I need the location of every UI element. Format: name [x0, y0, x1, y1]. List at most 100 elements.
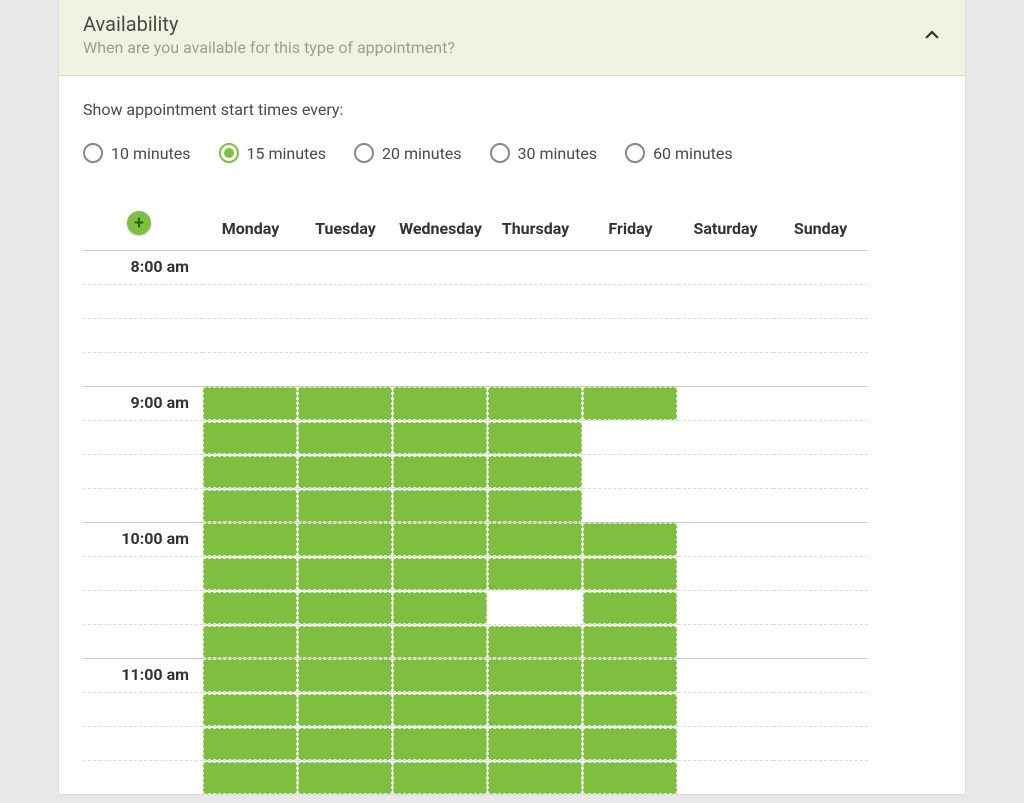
availability-slot[interactable]: [298, 692, 393, 726]
availability-slot[interactable]: [203, 420, 298, 454]
availability-slot[interactable]: [203, 250, 298, 284]
availability-slot[interactable]: [678, 454, 773, 488]
availability-slot[interactable]: [773, 250, 868, 284]
availability-slot[interactable]: [298, 250, 393, 284]
availability-slot[interactable]: [393, 726, 488, 760]
availability-slot[interactable]: [773, 556, 868, 590]
availability-slot[interactable]: [488, 250, 583, 284]
availability-slot[interactable]: [773, 488, 868, 522]
availability-slot[interactable]: [393, 556, 488, 590]
availability-slot[interactable]: [203, 556, 298, 590]
availability-slot[interactable]: [488, 590, 583, 624]
availability-slot[interactable]: [298, 488, 393, 522]
availability-slot[interactable]: [583, 454, 678, 488]
availability-slot[interactable]: [583, 522, 678, 556]
availability-slot[interactable]: [773, 420, 868, 454]
availability-slot[interactable]: [298, 318, 393, 352]
availability-slot[interactable]: [583, 318, 678, 352]
availability-slot[interactable]: [298, 352, 393, 386]
availability-slot[interactable]: [298, 420, 393, 454]
availability-slot[interactable]: [488, 318, 583, 352]
availability-slot[interactable]: [678, 522, 773, 556]
availability-slot[interactable]: [393, 624, 488, 658]
availability-slot[interactable]: [203, 522, 298, 556]
availability-slot[interactable]: [678, 692, 773, 726]
availability-slot[interactable]: [773, 760, 868, 794]
availability-slot[interactable]: [583, 692, 678, 726]
availability-slot[interactable]: [203, 726, 298, 760]
availability-slot[interactable]: [203, 624, 298, 658]
availability-slot[interactable]: [773, 658, 868, 692]
availability-slot[interactable]: [583, 726, 678, 760]
availability-slot[interactable]: [773, 284, 868, 318]
availability-slot[interactable]: [393, 488, 488, 522]
availability-slot[interactable]: [203, 386, 298, 420]
availability-slot[interactable]: [393, 386, 488, 420]
availability-slot[interactable]: [678, 352, 773, 386]
availability-slot[interactable]: [488, 488, 583, 522]
availability-slot[interactable]: [488, 692, 583, 726]
availability-slot[interactable]: [678, 420, 773, 454]
availability-slot[interactable]: [203, 658, 298, 692]
availability-slot[interactable]: [488, 522, 583, 556]
availability-slot[interactable]: [393, 522, 488, 556]
availability-slot[interactable]: [678, 250, 773, 284]
availability-slot[interactable]: [488, 658, 583, 692]
availability-slot[interactable]: [298, 726, 393, 760]
chevron-up-icon[interactable]: [923, 26, 941, 44]
availability-slot[interactable]: [393, 318, 488, 352]
availability-slot[interactable]: [583, 250, 678, 284]
add-availability-button[interactable]: +: [127, 211, 151, 235]
availability-slot[interactable]: [583, 658, 678, 692]
availability-slot[interactable]: [678, 658, 773, 692]
availability-slot[interactable]: [393, 760, 488, 794]
availability-slot[interactable]: [298, 284, 393, 318]
availability-slot[interactable]: [298, 522, 393, 556]
availability-slot[interactable]: [298, 590, 393, 624]
availability-slot[interactable]: [488, 420, 583, 454]
availability-slot[interactable]: [393, 250, 488, 284]
availability-slot[interactable]: [393, 658, 488, 692]
availability-slot[interactable]: [488, 284, 583, 318]
availability-slot[interactable]: [678, 318, 773, 352]
availability-slot[interactable]: [773, 352, 868, 386]
availability-slot[interactable]: [298, 386, 393, 420]
availability-slot[interactable]: [393, 284, 488, 318]
availability-slot[interactable]: [203, 488, 298, 522]
interval-radio-20-minutes[interactable]: 20 minutes: [354, 143, 462, 163]
availability-slot[interactable]: [203, 590, 298, 624]
availability-slot[interactable]: [583, 624, 678, 658]
availability-slot[interactable]: [773, 590, 868, 624]
availability-slot[interactable]: [488, 386, 583, 420]
availability-slot[interactable]: [298, 658, 393, 692]
availability-slot[interactable]: [488, 760, 583, 794]
availability-slot[interactable]: [773, 318, 868, 352]
availability-slot[interactable]: [678, 624, 773, 658]
availability-slot[interactable]: [583, 556, 678, 590]
availability-slot[interactable]: [678, 386, 773, 420]
panel-header[interactable]: Availability When are you available for …: [59, 0, 965, 76]
availability-slot[interactable]: [583, 386, 678, 420]
availability-slot[interactable]: [203, 692, 298, 726]
availability-slot[interactable]: [583, 352, 678, 386]
availability-slot[interactable]: [583, 420, 678, 454]
availability-slot[interactable]: [583, 590, 678, 624]
availability-slot[interactable]: [298, 760, 393, 794]
availability-slot[interactable]: [203, 284, 298, 318]
availability-slot[interactable]: [393, 590, 488, 624]
availability-slot[interactable]: [583, 760, 678, 794]
availability-slot[interactable]: [773, 454, 868, 488]
interval-radio-30-minutes[interactable]: 30 minutes: [490, 143, 598, 163]
availability-slot[interactable]: [488, 556, 583, 590]
availability-slot[interactable]: [393, 692, 488, 726]
availability-slot[interactable]: [678, 488, 773, 522]
availability-slot[interactable]: [203, 760, 298, 794]
availability-slot[interactable]: [773, 522, 868, 556]
availability-slot[interactable]: [298, 556, 393, 590]
interval-radio-60-minutes[interactable]: 60 minutes: [625, 143, 733, 163]
availability-slot[interactable]: [298, 624, 393, 658]
availability-slot[interactable]: [678, 284, 773, 318]
availability-slot[interactable]: [203, 352, 298, 386]
availability-slot[interactable]: [583, 284, 678, 318]
availability-slot[interactable]: [203, 454, 298, 488]
